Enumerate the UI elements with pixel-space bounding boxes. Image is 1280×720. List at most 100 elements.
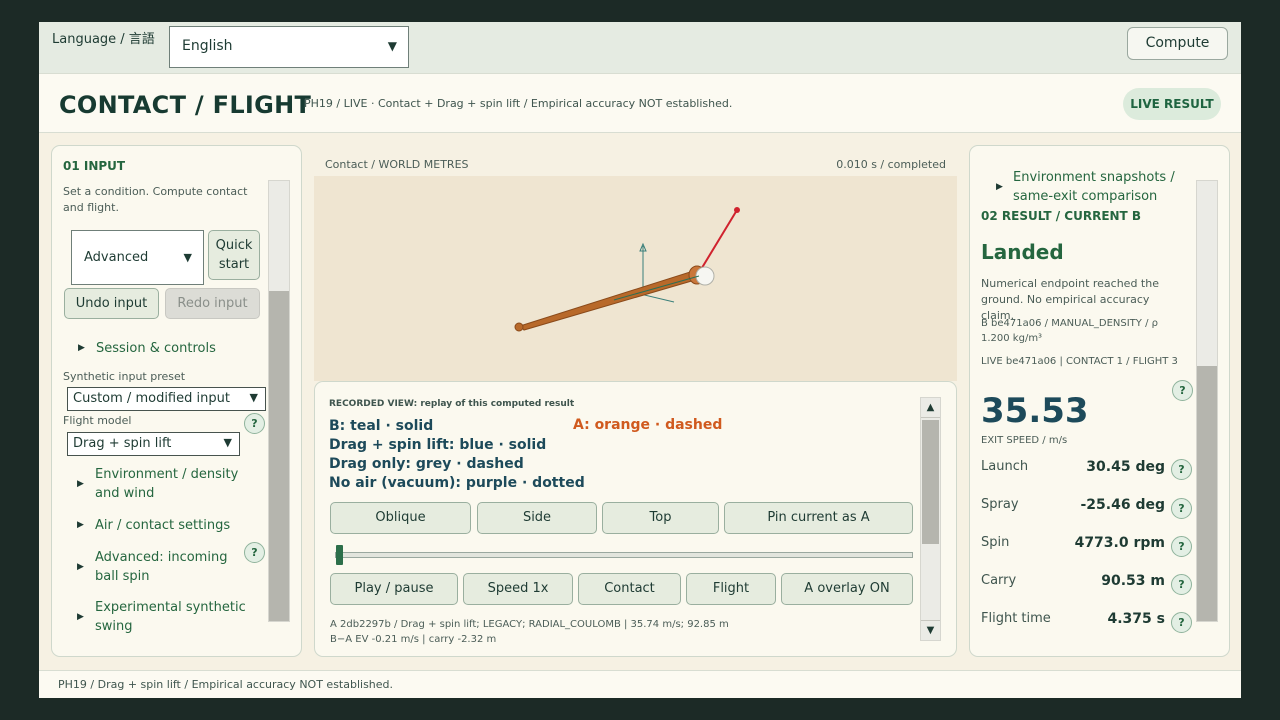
mode-select[interactable]: Advanced ▼ (71, 230, 204, 285)
undo-input-button[interactable]: Undo input (64, 288, 159, 319)
result-meta-1: B be471a06 / MANUAL_DENSITY / ρ 1.200 kg… (981, 318, 1158, 344)
contact-scene (514, 207, 740, 332)
metric-label: Carry (981, 573, 1017, 588)
a-overlay-button[interactable]: A overlay ON (781, 573, 913, 605)
session-controls-label: Session & controls (96, 341, 216, 356)
expand-triangle-icon: ▶ (77, 562, 84, 572)
result-panel-title: 02 RESULT / CURRENT B (981, 209, 1142, 223)
pin-current-button[interactable]: Pin current as A (724, 502, 913, 534)
language-select[interactable]: English ▼ (169, 26, 409, 68)
viewport-time: 0.010 s / completed (836, 158, 946, 171)
replay-note-line2: B−A EV -0.21 m/s | carry -2.32 m (330, 634, 497, 645)
trajectory-line (696, 209, 738, 277)
metric-label: Launch (981, 459, 1029, 474)
replay-legend: B: teal · solid Drag + spin lift: blue ·… (329, 417, 585, 493)
scrollbar-thumb[interactable] (269, 291, 289, 621)
timeline-thumb[interactable] (336, 545, 343, 565)
expand-triangle-icon: ▶ (996, 182, 1003, 192)
metric-value: 4773.0 rpm (1074, 535, 1165, 551)
scroll-down-icon[interactable]: ▼ (921, 620, 940, 640)
scrollbar-thumb[interactable] (922, 420, 939, 544)
help-icon[interactable]: ? (1171, 536, 1192, 557)
replay-note-line1: A 2db2297b / Drag + spin lift; LEGACY; R… (330, 619, 729, 630)
help-icon[interactable]: ? (244, 542, 265, 563)
language-label: Language / 言語 (52, 32, 155, 47)
input-panel-description: Set a condition. Compute contact and fli… (63, 185, 248, 214)
help-icon[interactable]: ? (1171, 459, 1192, 480)
expand-triangle-icon: ▶ (77, 612, 84, 622)
result-panel-scrollbar[interactable] (1196, 180, 1218, 622)
redo-input-button[interactable]: Redo input (165, 288, 260, 319)
exit-speed-value: 35.53 (981, 391, 1089, 431)
help-icon[interactable]: ? (1172, 380, 1193, 401)
contact-phase-button[interactable]: Contact (578, 573, 681, 605)
app-window: Language / 言語 English ▼ Compute CONTACT … (39, 22, 1241, 698)
flight-model-label: Flight model (63, 414, 132, 427)
incoming-spin-section-toggle[interactable]: ▶ Advanced: incoming ball spin (77, 548, 235, 586)
scrollbar-thumb[interactable] (1197, 366, 1217, 621)
replay-note: A 2db2297b / Drag + spin lift; LEGACY; R… (330, 617, 910, 645)
help-icon[interactable]: ? (1171, 612, 1192, 633)
synthetic-swing-section-toggle[interactable]: ▶ Experimental synthetic swing (77, 598, 260, 636)
environment-section-label: Environment / density and wind (95, 467, 239, 501)
input-panel-scrollbar[interactable] (268, 180, 290, 622)
flight-model-select[interactable]: Drag + spin lift ▼ (67, 432, 240, 456)
chevron-down-icon: ▼ (183, 251, 192, 264)
expand-triangle-icon: ▶ (78, 343, 85, 353)
quick-start-button[interactable]: Quick start (208, 230, 260, 280)
metric-value: 90.53 m (1101, 573, 1165, 589)
expand-triangle-icon: ▶ (77, 520, 84, 530)
bat-shape (519, 271, 704, 331)
exit-speed-label: EXIT SPEED / m/s (981, 435, 1068, 446)
chevron-down-icon: ▼ (249, 391, 258, 404)
help-icon[interactable]: ? (1171, 498, 1192, 519)
compute-button[interactable]: Compute (1127, 27, 1228, 60)
legend-lift: Drag + spin lift: blue · solid (329, 437, 547, 453)
snapshots-label: Environment snapshots / same-exit compar… (1013, 170, 1175, 204)
preset-select-value: Custom / modified input (73, 391, 230, 406)
top-bar: Language / 言語 English ▼ Compute (39, 22, 1241, 73)
replay-scrollbar[interactable]: ▲ ▼ (920, 397, 941, 641)
footer-status: PH19 / Drag + spin lift / Empirical accu… (39, 670, 1241, 698)
3d-viewport[interactable] (314, 176, 957, 381)
snapshots-toggle[interactable]: ▶ Environment snapshots / same-exit comp… (996, 168, 1183, 206)
language-select-value: English (182, 38, 233, 54)
metric-label: Spray (981, 497, 1019, 512)
speed-button[interactable]: Speed 1x (463, 573, 573, 605)
environment-section-toggle[interactable]: ▶ Environment / density and wind (77, 465, 260, 503)
page-header: CONTACT / FLIGHT PH19 / LIVE · Contact +… (39, 73, 1241, 133)
air-contact-section-label: Air / contact settings (95, 518, 231, 533)
replay-heading: RECORDED VIEW: replay of this computed r… (329, 399, 575, 409)
metric-value: -25.46 deg (1080, 497, 1165, 513)
result-meta-2: LIVE be471a06 | CONTACT 1 / FLIGHT 3 (981, 356, 1178, 367)
scroll-up-icon[interactable]: ▲ (921, 398, 940, 418)
result-status: Landed (981, 240, 1064, 264)
axis-line (613, 275, 700, 301)
metric-label: Flight time (981, 611, 1051, 626)
view-top-button[interactable]: Top (602, 502, 719, 534)
preset-select[interactable]: Custom / modified input ▼ (67, 387, 266, 411)
replay-timeline-slider[interactable] (335, 545, 913, 565)
legend-b: B: teal · solid (329, 418, 434, 434)
metric-value: 4.375 s (1107, 611, 1166, 627)
view-oblique-button[interactable]: Oblique (330, 502, 471, 534)
play-pause-button[interactable]: Play / pause (330, 573, 458, 605)
metric-label: Spin (981, 535, 1010, 550)
trajectory-endpoint (734, 207, 740, 213)
input-panel: 01 INPUT Set a condition. Compute contac… (51, 145, 302, 657)
replay-panel: RECORDED VIEW: replay of this computed r… (314, 381, 957, 657)
view-side-button[interactable]: Side (477, 502, 597, 534)
session-controls-toggle[interactable]: ▶ Session & controls (78, 339, 216, 358)
flight-phase-button[interactable]: Flight (686, 573, 776, 605)
incoming-spin-section-label: Advanced: incoming ball spin (95, 550, 228, 584)
page-title: CONTACT / FLIGHT (59, 91, 312, 119)
mode-select-value: Advanced (84, 250, 149, 265)
bat-knob (514, 322, 524, 332)
air-contact-section-toggle[interactable]: ▶ Air / contact settings (77, 516, 260, 535)
synthetic-swing-section-label: Experimental synthetic swing (95, 600, 246, 634)
input-panel-title: 01 INPUT (63, 159, 126, 173)
help-icon[interactable]: ? (244, 413, 265, 434)
page-subtitle: PH19 / LIVE · Contact + Drag + spin lift… (304, 97, 733, 110)
legend-drag: Drag only: grey · dashed (329, 456, 524, 472)
help-icon[interactable]: ? (1171, 574, 1192, 595)
